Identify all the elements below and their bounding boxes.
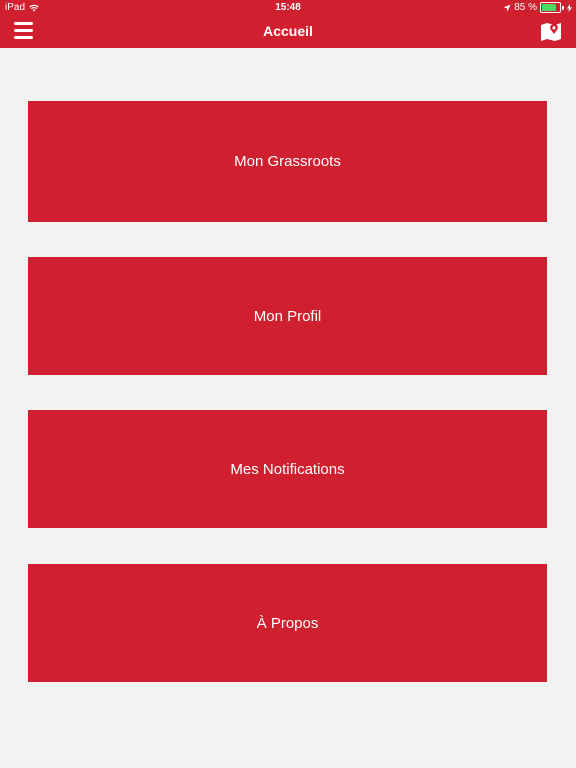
menu-tile-mon-profil[interactable]: Mon Profil: [28, 257, 547, 375]
menu-tile-mes-notifications[interactable]: Mes Notifications: [28, 410, 547, 528]
status-bar: iPad 15:48 85 %: [0, 0, 576, 16]
battery-percent: 85 %: [514, 2, 537, 13]
location-arrow-icon: [503, 4, 511, 11]
menu-tile-a-propos[interactable]: À Propos: [28, 564, 547, 682]
battery-fill: [542, 4, 557, 11]
map-pin-icon[interactable]: [540, 20, 562, 42]
app-header: iPad 15:48 85 % Accueil: [0, 0, 576, 48]
status-right: 85 %: [503, 2, 572, 13]
menu-tile-mon-grassroots[interactable]: Mon Grassroots: [28, 101, 547, 222]
charging-bolt-icon: [567, 3, 572, 12]
battery-tip: [562, 5, 564, 10]
page-title: Accueil: [263, 23, 313, 39]
battery-icon: [540, 2, 561, 13]
status-time: 15:48: [275, 2, 301, 13]
